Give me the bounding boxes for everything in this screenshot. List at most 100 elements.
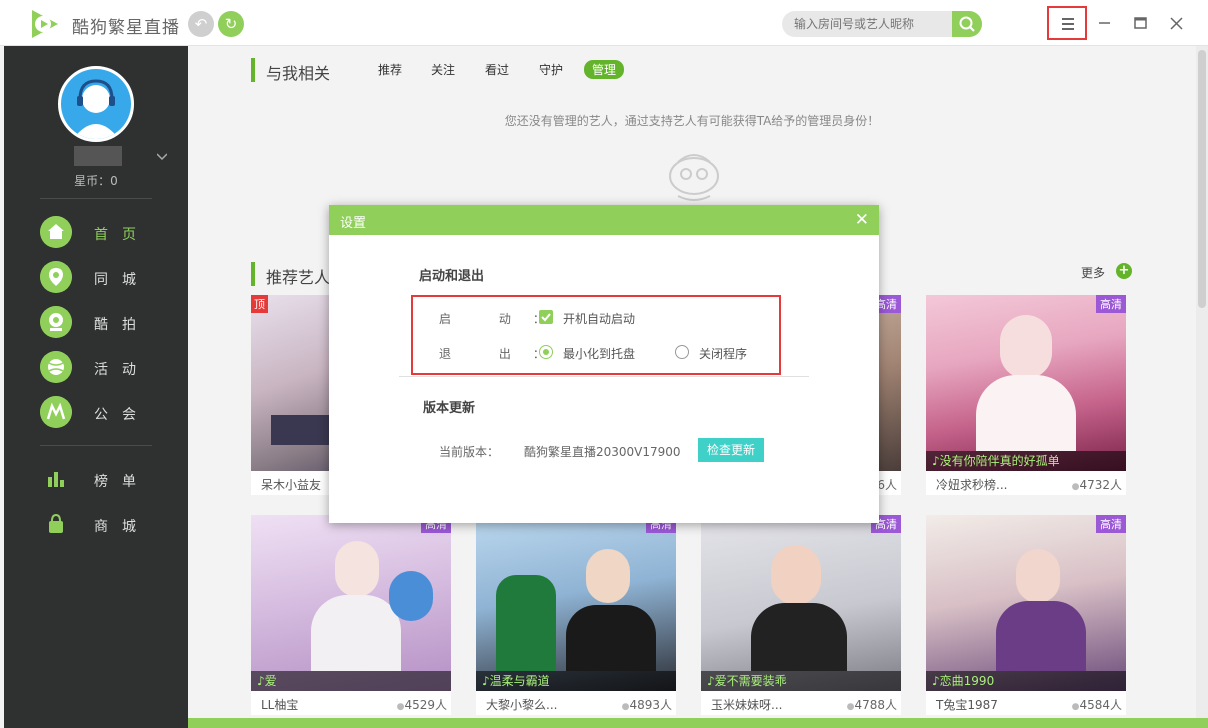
sidebar-item-guild[interactable]: 公会 bbox=[40, 396, 170, 430]
artist-thumbnail bbox=[926, 295, 1126, 471]
artist-name: 冷妞求秒榜... bbox=[936, 478, 1008, 492]
artist-name: 玉米妹妹呀... bbox=[711, 698, 783, 712]
sidebar-item-label: 商城 bbox=[94, 519, 150, 535]
sidebar-item-label: 同城 bbox=[94, 272, 150, 288]
maximize-button[interactable] bbox=[1129, 12, 1151, 34]
sidebar-item-kupai[interactable]: 酷拍 bbox=[40, 306, 170, 340]
dialog-header: 设置 ✕ bbox=[329, 205, 879, 235]
close-icon[interactable]: ✕ bbox=[855, 210, 869, 230]
home-icon bbox=[40, 216, 72, 248]
default-avatar-icon bbox=[61, 69, 131, 139]
sidebar-item-label: 首页 bbox=[94, 227, 150, 243]
more-link[interactable]: 更多 bbox=[1081, 264, 1105, 281]
dialog-title: 设置 bbox=[340, 216, 367, 231]
sidebar-item-shop[interactable]: 商城 bbox=[40, 508, 170, 542]
viewer-count: 4584人 bbox=[1072, 696, 1122, 713]
artist-name: 大黎小黎么... bbox=[486, 698, 558, 712]
section-accent bbox=[251, 58, 255, 82]
artist-thumbnail bbox=[476, 515, 676, 691]
scrollbar[interactable] bbox=[1196, 46, 1208, 718]
sidebar-item-events[interactable]: 活动 bbox=[40, 351, 170, 385]
star-coin-balance: 星币：0 bbox=[74, 174, 118, 188]
check-update-button[interactable]: 检查更新 bbox=[698, 438, 764, 462]
hd-badge: 高清 bbox=[1096, 295, 1126, 313]
viewer-count: 4893人 bbox=[622, 696, 672, 713]
tab-follow[interactable]: 关注 bbox=[431, 61, 455, 78]
artist-card[interactable]: 高清 ♪温柔与霸道 大黎小黎么... 4893人 bbox=[476, 515, 676, 715]
artist-card[interactable]: 高清 ♪爱 LL柚宝 4529人 bbox=[251, 515, 451, 715]
sidebar-divider bbox=[40, 445, 152, 446]
autostart-label[interactable]: 开机自动启动 bbox=[563, 310, 635, 327]
minimize-to-tray-label[interactable]: 最小化到托盘 bbox=[563, 345, 635, 362]
viewer-count: 4732人 bbox=[1072, 476, 1122, 493]
top-badge: 顶 bbox=[251, 295, 268, 313]
search-box bbox=[782, 11, 982, 37]
close-program-radio[interactable] bbox=[675, 345, 689, 359]
more-plus-icon[interactable]: + bbox=[1116, 263, 1132, 279]
sidebar-item-home[interactable]: 首页 bbox=[40, 216, 170, 250]
tab-manage[interactable]: 管理 bbox=[584, 60, 625, 79]
camera-icon bbox=[40, 306, 72, 338]
tab-guard[interactable]: 守护 bbox=[539, 61, 563, 78]
empty-state-message: 您还没有管理的艺人，通过支持艺人有可能获得TA给予的管理员身份！ bbox=[504, 114, 880, 128]
location-pin-icon bbox=[40, 261, 72, 293]
close-program-label[interactable]: 关闭程序 bbox=[699, 345, 747, 362]
minimize-to-tray-radio[interactable] bbox=[539, 345, 553, 359]
refresh-button[interactable]: ↻ bbox=[218, 11, 244, 37]
update-section-title: 版本更新 bbox=[423, 401, 476, 416]
avatar[interactable] bbox=[58, 66, 134, 142]
startup-options-highlight: 启 动： 开机自动启动 退 出： 最小化到托盘 关闭程序 bbox=[411, 295, 781, 375]
sidebar-divider bbox=[40, 198, 152, 199]
artist-thumbnail bbox=[926, 515, 1126, 691]
hamburger-icon bbox=[1062, 18, 1074, 20]
chevron-down-icon[interactable] bbox=[157, 152, 167, 162]
search-input[interactable] bbox=[794, 15, 949, 33]
scrollbar-thumb[interactable] bbox=[1198, 50, 1206, 308]
autostart-checkbox[interactable] bbox=[539, 310, 553, 324]
section-accent bbox=[251, 262, 255, 286]
settings-dialog: 设置 ✕ 启动和退出 启 动： 开机自动启动 退 出： 最小化到托盘 关闭程序 … bbox=[329, 205, 879, 523]
artist-thumbnail bbox=[251, 515, 451, 691]
main-menu-button[interactable] bbox=[1047, 6, 1087, 40]
artist-card[interactable]: 高清 ♪没有你陪伴真的好孤单 冷妞求秒榜... 4732人 bbox=[926, 295, 1126, 495]
sidebar-item-ranking[interactable]: 榜单 bbox=[40, 463, 170, 497]
sidebar-item-label: 活动 bbox=[94, 362, 150, 378]
version-label: 当前版本： bbox=[439, 445, 500, 459]
viewer-count: 4788人 bbox=[847, 696, 897, 713]
checkmark-icon bbox=[541, 313, 551, 322]
artist-name: T兔宝1987 bbox=[936, 698, 998, 712]
search-button[interactable] bbox=[952, 11, 982, 37]
back-button[interactable]: ↶ bbox=[188, 11, 214, 37]
shopping-bag-icon bbox=[49, 513, 63, 533]
version-value: 酷狗繁星直播20300V17900 bbox=[524, 445, 681, 459]
sidebar: 星币：0 首页 同城 酷拍 活动 公会 榜单 商城 bbox=[4, 46, 188, 728]
song-caption: ♪爱 bbox=[251, 671, 451, 691]
song-caption: ♪爱不需要装乖 bbox=[701, 671, 901, 691]
sidebar-item-local[interactable]: 同城 bbox=[40, 261, 170, 295]
app-title: 酷狗繁星直播 bbox=[72, 18, 180, 38]
bar-chart-icon bbox=[48, 472, 64, 487]
section-title-related: 与我相关 bbox=[266, 64, 331, 83]
artist-name: 呆木小益友 bbox=[261, 478, 322, 492]
sidebar-item-label: 公会 bbox=[94, 407, 150, 423]
minimize-button[interactable] bbox=[1093, 12, 1115, 34]
song-caption: ♪恋曲1990 bbox=[926, 671, 1126, 691]
dialog-divider bbox=[399, 376, 809, 377]
artist-card[interactable]: 高清 ♪爱不需要装乖 玉米妹妹呀... 4788人 bbox=[701, 515, 901, 715]
back-arrow-icon: ↶ bbox=[194, 15, 208, 33]
hd-badge: 高清 bbox=[1096, 515, 1126, 533]
artist-name: LL柚宝 bbox=[261, 698, 299, 712]
artist-card[interactable]: 高清 ♪恋曲1990 T兔宝1987 4584人 bbox=[926, 515, 1126, 715]
section-title-recommended-artists: 推荐艺人 bbox=[266, 268, 331, 287]
close-window-button[interactable] bbox=[1165, 12, 1187, 34]
mascot-illustration-icon bbox=[669, 154, 719, 201]
title-bar: 酷狗繁星直播 ↶ ↻ bbox=[0, 0, 1208, 46]
sidebar-item-label: 酷拍 bbox=[94, 317, 150, 333]
tab-recommend[interactable]: 推荐 bbox=[378, 61, 402, 78]
song-caption: ♪温柔与霸道 bbox=[476, 671, 676, 691]
tab-watched[interactable]: 看过 bbox=[485, 61, 509, 78]
ball-icon bbox=[40, 351, 72, 383]
user-name-blurred bbox=[74, 146, 122, 166]
artist-thumbnail bbox=[701, 515, 901, 691]
song-caption: ♪没有你陪伴真的好孤单 bbox=[926, 451, 1126, 471]
